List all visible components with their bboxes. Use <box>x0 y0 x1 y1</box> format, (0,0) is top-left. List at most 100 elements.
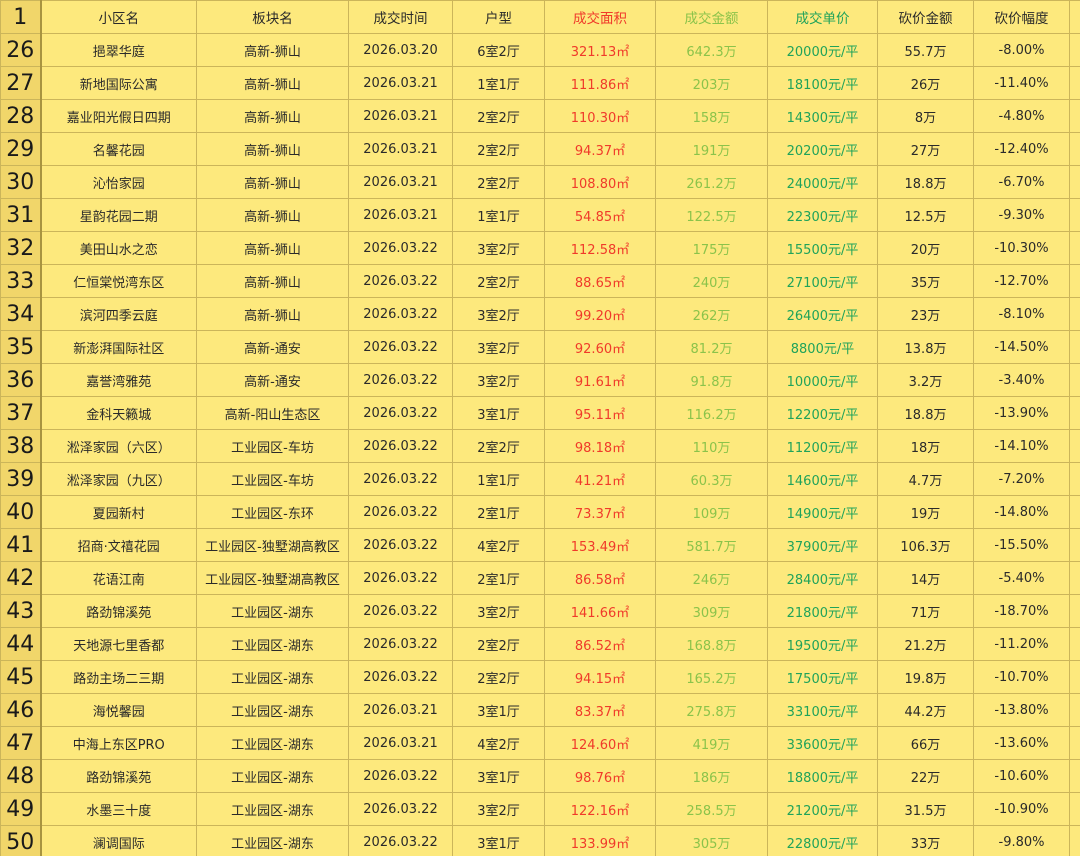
cell-cut-percent[interactable]: -7.20% <box>973 462 1070 496</box>
cell-date[interactable]: 2026.03.22 <box>348 594 453 628</box>
cell-layout[interactable]: 1室1厅 <box>452 462 545 496</box>
cell-amount[interactable]: 110万 <box>655 429 768 463</box>
cell-date[interactable]: 2026.03.22 <box>348 528 453 562</box>
cell-cut-percent[interactable]: -10.30% <box>973 231 1070 265</box>
cell-cut-amount[interactable]: 55.7万 <box>877 33 974 67</box>
cell-cut-amount[interactable]: 19.8万 <box>877 660 974 694</box>
cell-empty[interactable] <box>1069 726 1080 760</box>
cell-layout[interactable]: 2室2厅 <box>452 627 545 661</box>
cell-amount[interactable]: 262万 <box>655 297 768 331</box>
cell-area[interactable]: 86.52㎡ <box>544 627 656 661</box>
cell-area[interactable]: 95.11㎡ <box>544 396 656 430</box>
cell-area[interactable]: 124.60㎡ <box>544 726 656 760</box>
cell-amount[interactable]: 186万 <box>655 759 768 793</box>
row-number[interactable]: 41 <box>0 528 42 562</box>
row-number[interactable]: 48 <box>0 759 42 793</box>
cell-layout[interactable]: 2室1厅 <box>452 495 545 529</box>
cell-unit-price[interactable]: 20000元/平 <box>767 33 878 67</box>
column-header-cut-amount[interactable]: 砍价金额 <box>877 0 974 34</box>
cell-unit-price[interactable]: 14600元/平 <box>767 462 878 496</box>
row-number[interactable]: 39 <box>0 462 42 496</box>
column-header-date[interactable]: 成交时间 <box>348 0 453 34</box>
cell-community[interactable]: 嘉业阳光假日四期 <box>40 99 197 133</box>
cell-cut-percent[interactable]: -13.60% <box>973 726 1070 760</box>
cell-cut-amount[interactable]: 44.2万 <box>877 693 974 727</box>
cell-community[interactable]: 淞泽家园（九区） <box>40 462 197 496</box>
cell-area[interactable]: 122.16㎡ <box>544 792 656 826</box>
cell-date[interactable]: 2026.03.22 <box>348 825 453 856</box>
cell-empty[interactable] <box>1069 660 1080 694</box>
cell-cut-amount[interactable]: 35万 <box>877 264 974 298</box>
row-number[interactable]: 46 <box>0 693 42 727</box>
cell-cut-percent[interactable]: -6.70% <box>973 165 1070 199</box>
cell-empty[interactable] <box>1069 231 1080 265</box>
cell-date[interactable]: 2026.03.22 <box>348 396 453 430</box>
cell-area[interactable]: 108.80㎡ <box>544 165 656 199</box>
cell-district[interactable]: 工业园区-湖东 <box>196 627 349 661</box>
cell-amount[interactable]: 419万 <box>655 726 768 760</box>
cell-amount[interactable]: 581.7万 <box>655 528 768 562</box>
cell-layout[interactable]: 3室2厅 <box>452 792 545 826</box>
column-header-layout[interactable]: 户型 <box>452 0 545 34</box>
row-number[interactable]: 43 <box>0 594 42 628</box>
cell-date[interactable]: 2026.03.21 <box>348 693 453 727</box>
row-number-header[interactable]: 1 <box>0 0 42 34</box>
cell-empty[interactable] <box>1069 33 1080 67</box>
cell-unit-price[interactable]: 33600元/平 <box>767 726 878 760</box>
row-number[interactable]: 26 <box>0 33 42 67</box>
row-number[interactable]: 33 <box>0 264 42 298</box>
row-number[interactable]: 29 <box>0 132 42 166</box>
cell-date[interactable]: 2026.03.22 <box>348 561 453 595</box>
cell-cut-amount[interactable]: 23万 <box>877 297 974 331</box>
cell-amount[interactable]: 60.3万 <box>655 462 768 496</box>
cell-cut-percent[interactable]: -14.50% <box>973 330 1070 364</box>
cell-amount[interactable]: 158万 <box>655 99 768 133</box>
cell-cut-amount[interactable]: 71万 <box>877 594 974 628</box>
cell-amount[interactable]: 261.2万 <box>655 165 768 199</box>
cell-cut-amount[interactable]: 21.2万 <box>877 627 974 661</box>
cell-layout[interactable]: 2室2厅 <box>452 264 545 298</box>
cell-date[interactable]: 2026.03.22 <box>348 462 453 496</box>
cell-layout[interactable]: 2室2厅 <box>452 660 545 694</box>
cell-area[interactable]: 111.86㎡ <box>544 66 656 100</box>
cell-district[interactable]: 高新-狮山 <box>196 297 349 331</box>
cell-community[interactable]: 花语江南 <box>40 561 197 595</box>
cell-community[interactable]: 中海上东区PRO <box>40 726 197 760</box>
cell-date[interactable]: 2026.03.21 <box>348 198 453 232</box>
cell-cut-percent[interactable]: -8.00% <box>973 33 1070 67</box>
cell-cut-amount[interactable]: 12.5万 <box>877 198 974 232</box>
cell-district[interactable]: 工业园区-独墅湖高教区 <box>196 528 349 562</box>
cell-unit-price[interactable]: 15500元/平 <box>767 231 878 265</box>
cell-empty[interactable] <box>1069 66 1080 100</box>
cell-amount[interactable]: 81.2万 <box>655 330 768 364</box>
cell-date[interactable]: 2026.03.21 <box>348 165 453 199</box>
cell-area[interactable]: 98.18㎡ <box>544 429 656 463</box>
cell-empty[interactable] <box>1069 330 1080 364</box>
cell-community[interactable]: 路劲主场二三期 <box>40 660 197 694</box>
cell-district[interactable]: 高新-通安 <box>196 330 349 364</box>
row-number[interactable]: 45 <box>0 660 42 694</box>
cell-area[interactable]: 94.37㎡ <box>544 132 656 166</box>
cell-amount[interactable]: 309万 <box>655 594 768 628</box>
cell-empty[interactable] <box>1069 165 1080 199</box>
cell-layout[interactable]: 2室1厅 <box>452 561 545 595</box>
cell-area[interactable]: 112.58㎡ <box>544 231 656 265</box>
cell-date[interactable]: 2026.03.22 <box>348 429 453 463</box>
cell-layout[interactable]: 3室1厅 <box>452 825 545 856</box>
cell-layout[interactable]: 2室2厅 <box>452 165 545 199</box>
cell-unit-price[interactable]: 21200元/平 <box>767 792 878 826</box>
column-header-community[interactable]: 小区名 <box>40 0 197 34</box>
cell-empty[interactable] <box>1069 561 1080 595</box>
cell-district[interactable]: 工业园区-湖东 <box>196 759 349 793</box>
cell-date[interactable]: 2026.03.22 <box>348 297 453 331</box>
cell-district[interactable]: 工业园区-湖东 <box>196 825 349 856</box>
cell-layout[interactable]: 3室2厅 <box>452 594 545 628</box>
cell-district[interactable]: 高新-狮山 <box>196 33 349 67</box>
cell-unit-price[interactable]: 37900元/平 <box>767 528 878 562</box>
row-number[interactable]: 34 <box>0 297 42 331</box>
cell-empty[interactable] <box>1069 759 1080 793</box>
cell-cut-percent[interactable]: -12.40% <box>973 132 1070 166</box>
cell-layout[interactable]: 1室1厅 <box>452 66 545 100</box>
cell-community[interactable]: 招商·文禧花园 <box>40 528 197 562</box>
row-number[interactable]: 40 <box>0 495 42 529</box>
